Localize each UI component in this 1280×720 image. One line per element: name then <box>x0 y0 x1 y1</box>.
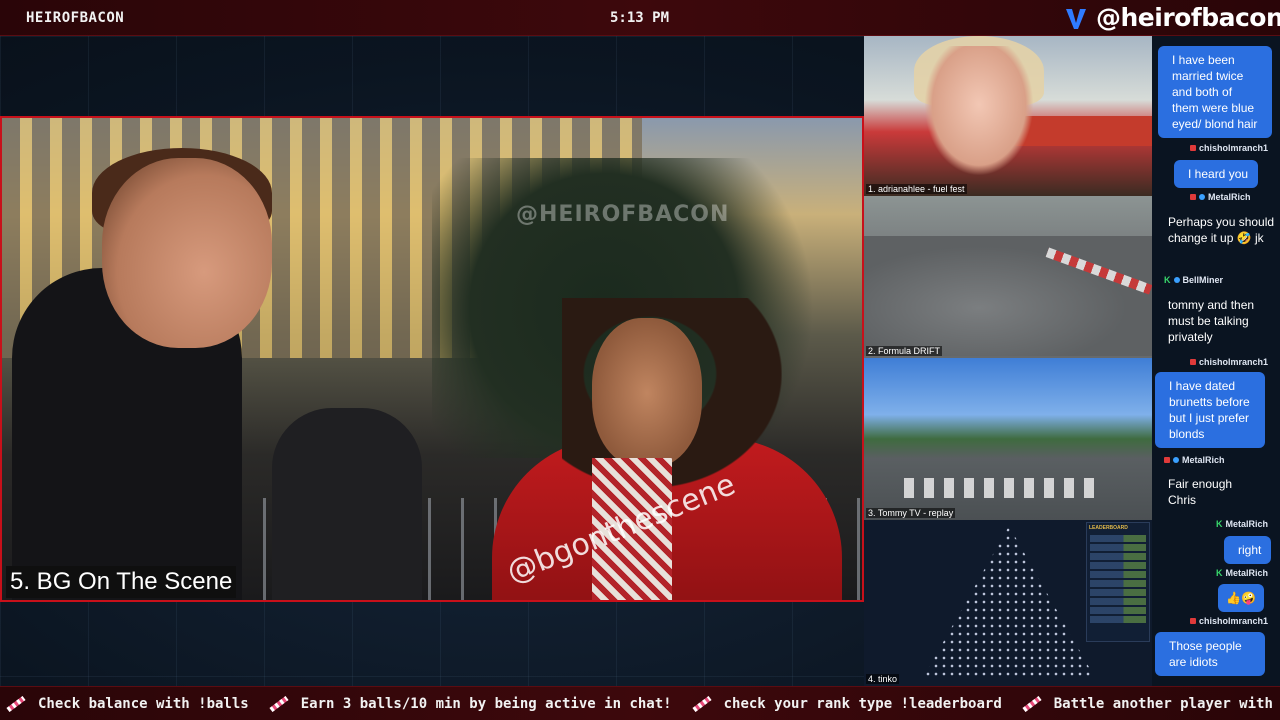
top-bar: HEIROFBACON 5:13 PM @heirofbacon <box>0 0 1280 36</box>
ticker-item: Check balance with !balls <box>6 695 249 712</box>
badge-icon <box>1190 194 1196 200</box>
chat-message: I heard you <box>1174 160 1259 188</box>
leaderboard-row <box>1090 616 1146 623</box>
chat-panel[interactable]: I have been married twice and both of th… <box>1152 36 1280 686</box>
side-panel-label: 1. adrianahlee - fuel fest <box>866 184 967 194</box>
panel-2-track <box>864 236 1152 356</box>
chat-message: 👍🤪 <box>1218 584 1264 612</box>
chat-username: chisholmranch1 <box>1190 616 1268 626</box>
social-handle: @heirofbacon <box>1064 3 1280 32</box>
side-panel-3[interactable]: 3. Tommy TV - replay <box>864 358 1152 520</box>
candy-icon <box>1022 695 1042 712</box>
leaderboard-row <box>1090 535 1146 542</box>
v-logo-icon <box>1066 8 1086 29</box>
ticker-text: Earn 3 balls/10 min by being active in c… <box>300 695 672 712</box>
chat-message: Fair enough Chris <box>1168 477 1233 507</box>
video-person-right-head <box>592 318 702 468</box>
chat-message: right <box>1224 536 1272 564</box>
leaderboard-row <box>1090 571 1146 578</box>
leaderboard-row <box>1090 562 1146 569</box>
k-badge-icon: K <box>1164 275 1171 285</box>
leaderboard-row <box>1090 553 1146 560</box>
k-badge-icon: K <box>1216 519 1223 529</box>
chat-username: K MetalRich <box>1216 568 1269 578</box>
chat-username: MetalRich <box>1164 455 1225 465</box>
candy-icon <box>692 695 712 712</box>
ticker-item: Earn 3 balls/10 min by being active in c… <box>269 695 672 712</box>
badge-icon <box>1173 457 1179 463</box>
chat-message: Those people are idiots <box>1155 632 1265 676</box>
ticker-text: Check balance with !balls <box>38 695 249 712</box>
leaderboard-row <box>1090 580 1146 587</box>
handle-text: @heirofbacon <box>1096 3 1280 32</box>
chat-username: MetalRich <box>1190 192 1251 202</box>
side-panel-label: 2. Formula DRIFT <box>866 346 943 356</box>
leaderboard-title: LEADERBOARD <box>1089 525 1128 531</box>
watermark-top: @HEIROFBACON <box>516 202 730 227</box>
side-panel-4[interactable]: LEADERBOARD 4. tinko <box>864 520 1152 686</box>
candy-icon <box>269 695 289 712</box>
bottom-ticker: Check balance with !balls Earn 3 balls/1… <box>0 686 1280 720</box>
ticker-text: check your rank type !leaderboard <box>723 695 1002 712</box>
main-video-caption: 5. BG On The Scene <box>6 566 237 598</box>
badge-icon <box>1190 359 1196 365</box>
badge-icon <box>1199 194 1205 200</box>
k-badge-icon: K <box>1216 568 1223 578</box>
chat-message: I have dated brunetts before but I just … <box>1155 372 1265 448</box>
clock: 5:13 PM <box>610 10 670 26</box>
panel-1-face <box>924 46 1034 176</box>
badge-icon <box>1190 145 1196 151</box>
plinko-board <box>924 526 1094 676</box>
ticker-text: Battle another player with ! <box>1053 695 1280 712</box>
channel-name: HEIROFBACON <box>26 10 125 26</box>
side-panel-label: 4. tinko <box>866 674 900 684</box>
stream-overlay: HEIROFBACON 5:13 PM @heirofbacon @HEIROF… <box>0 0 1280 720</box>
candy-icon <box>6 695 26 712</box>
side-panel-2[interactable]: 2. Formula DRIFT <box>864 196 1152 358</box>
leaderboard-row <box>1090 544 1146 551</box>
leaderboard-row <box>1090 589 1146 596</box>
badge-icon <box>1173 277 1180 283</box>
ticker-item: Battle another player with ! <box>1022 695 1280 712</box>
chat-username: chisholmranch1 <box>1190 357 1268 367</box>
side-panel-1[interactable]: OAT'S 1. adrianahlee - fuel fest <box>864 36 1152 196</box>
video-bystander <box>272 408 422 600</box>
leaderboard-widget: LEADERBOARD <box>1086 522 1150 642</box>
main-video[interactable]: @HEIROFBACON @bgonthescene 5. BG On The … <box>0 116 864 602</box>
chat-username: K MetalRich <box>1216 519 1269 529</box>
chat-username: K BellMiner <box>1164 275 1224 285</box>
badge-icon <box>1164 457 1170 463</box>
chat-message: Perhaps you should change it up 🤣 jk <box>1168 215 1275 245</box>
leaderboard-row <box>1090 607 1146 614</box>
video-person-left-head <box>102 158 272 348</box>
side-panel-label: 3. Tommy TV - replay <box>866 508 956 518</box>
chat-message: tommy and then must be talking privately <box>1168 298 1255 344</box>
badge-icon <box>1190 618 1196 624</box>
ticker-item: check your rank type !leaderboard <box>692 695 1002 712</box>
chat-username: chisholmranch1 <box>1190 143 1268 153</box>
panel-3-crosswalk <box>904 478 1104 498</box>
leaderboard-row <box>1090 598 1146 605</box>
chat-message: I have been married twice and both of th… <box>1158 46 1272 138</box>
